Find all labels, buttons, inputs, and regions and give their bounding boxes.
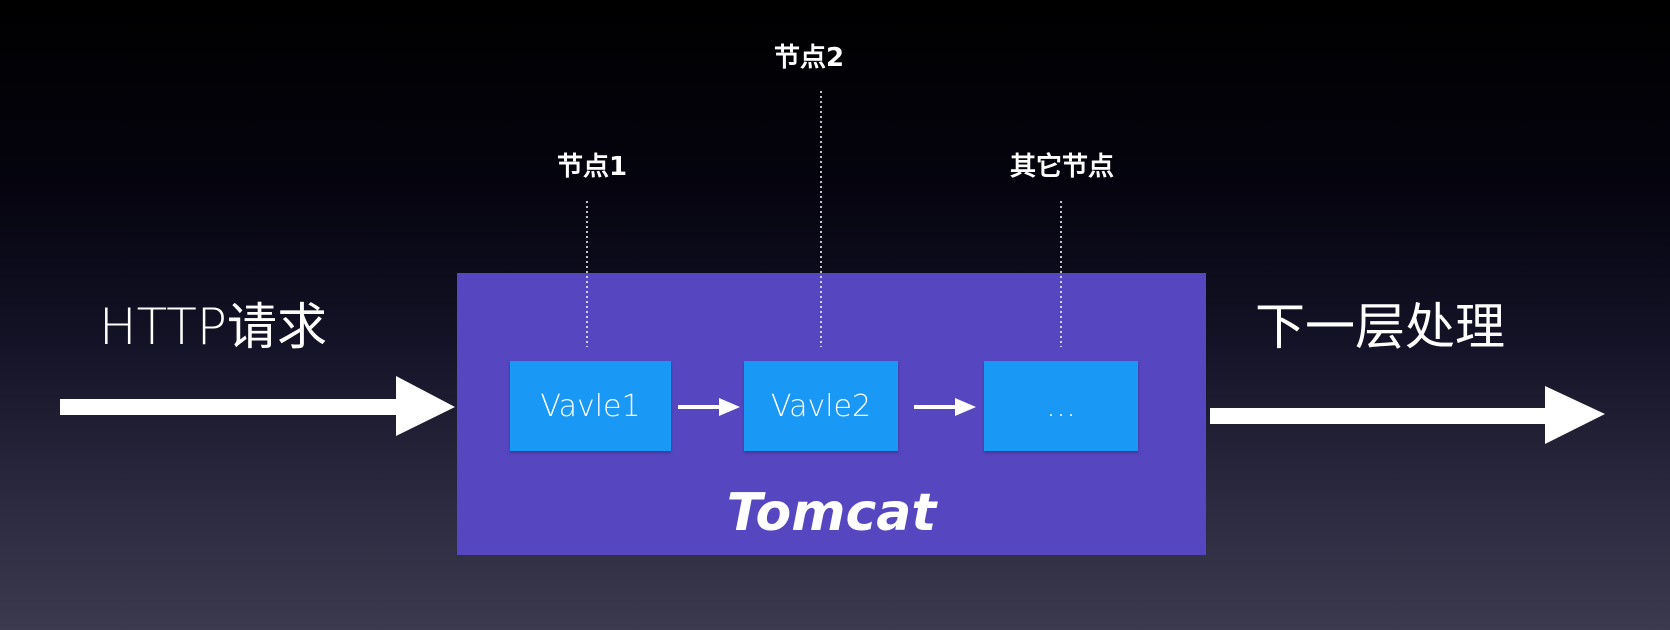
pipeline-diagram: HTTP请求 下一层处理 Vavle1 Vavle2 … 节点1 节点2 其它节… <box>0 0 1670 630</box>
valve-arrow-2 <box>914 398 976 416</box>
node-2-label: 节点2 <box>773 43 845 73</box>
node-1-label: 节点1 <box>556 152 628 182</box>
valve-arrow-1 <box>678 398 740 416</box>
tomcat-label: Tomcat <box>726 483 937 543</box>
node-other-label: 其它节点 <box>1009 152 1115 182</box>
